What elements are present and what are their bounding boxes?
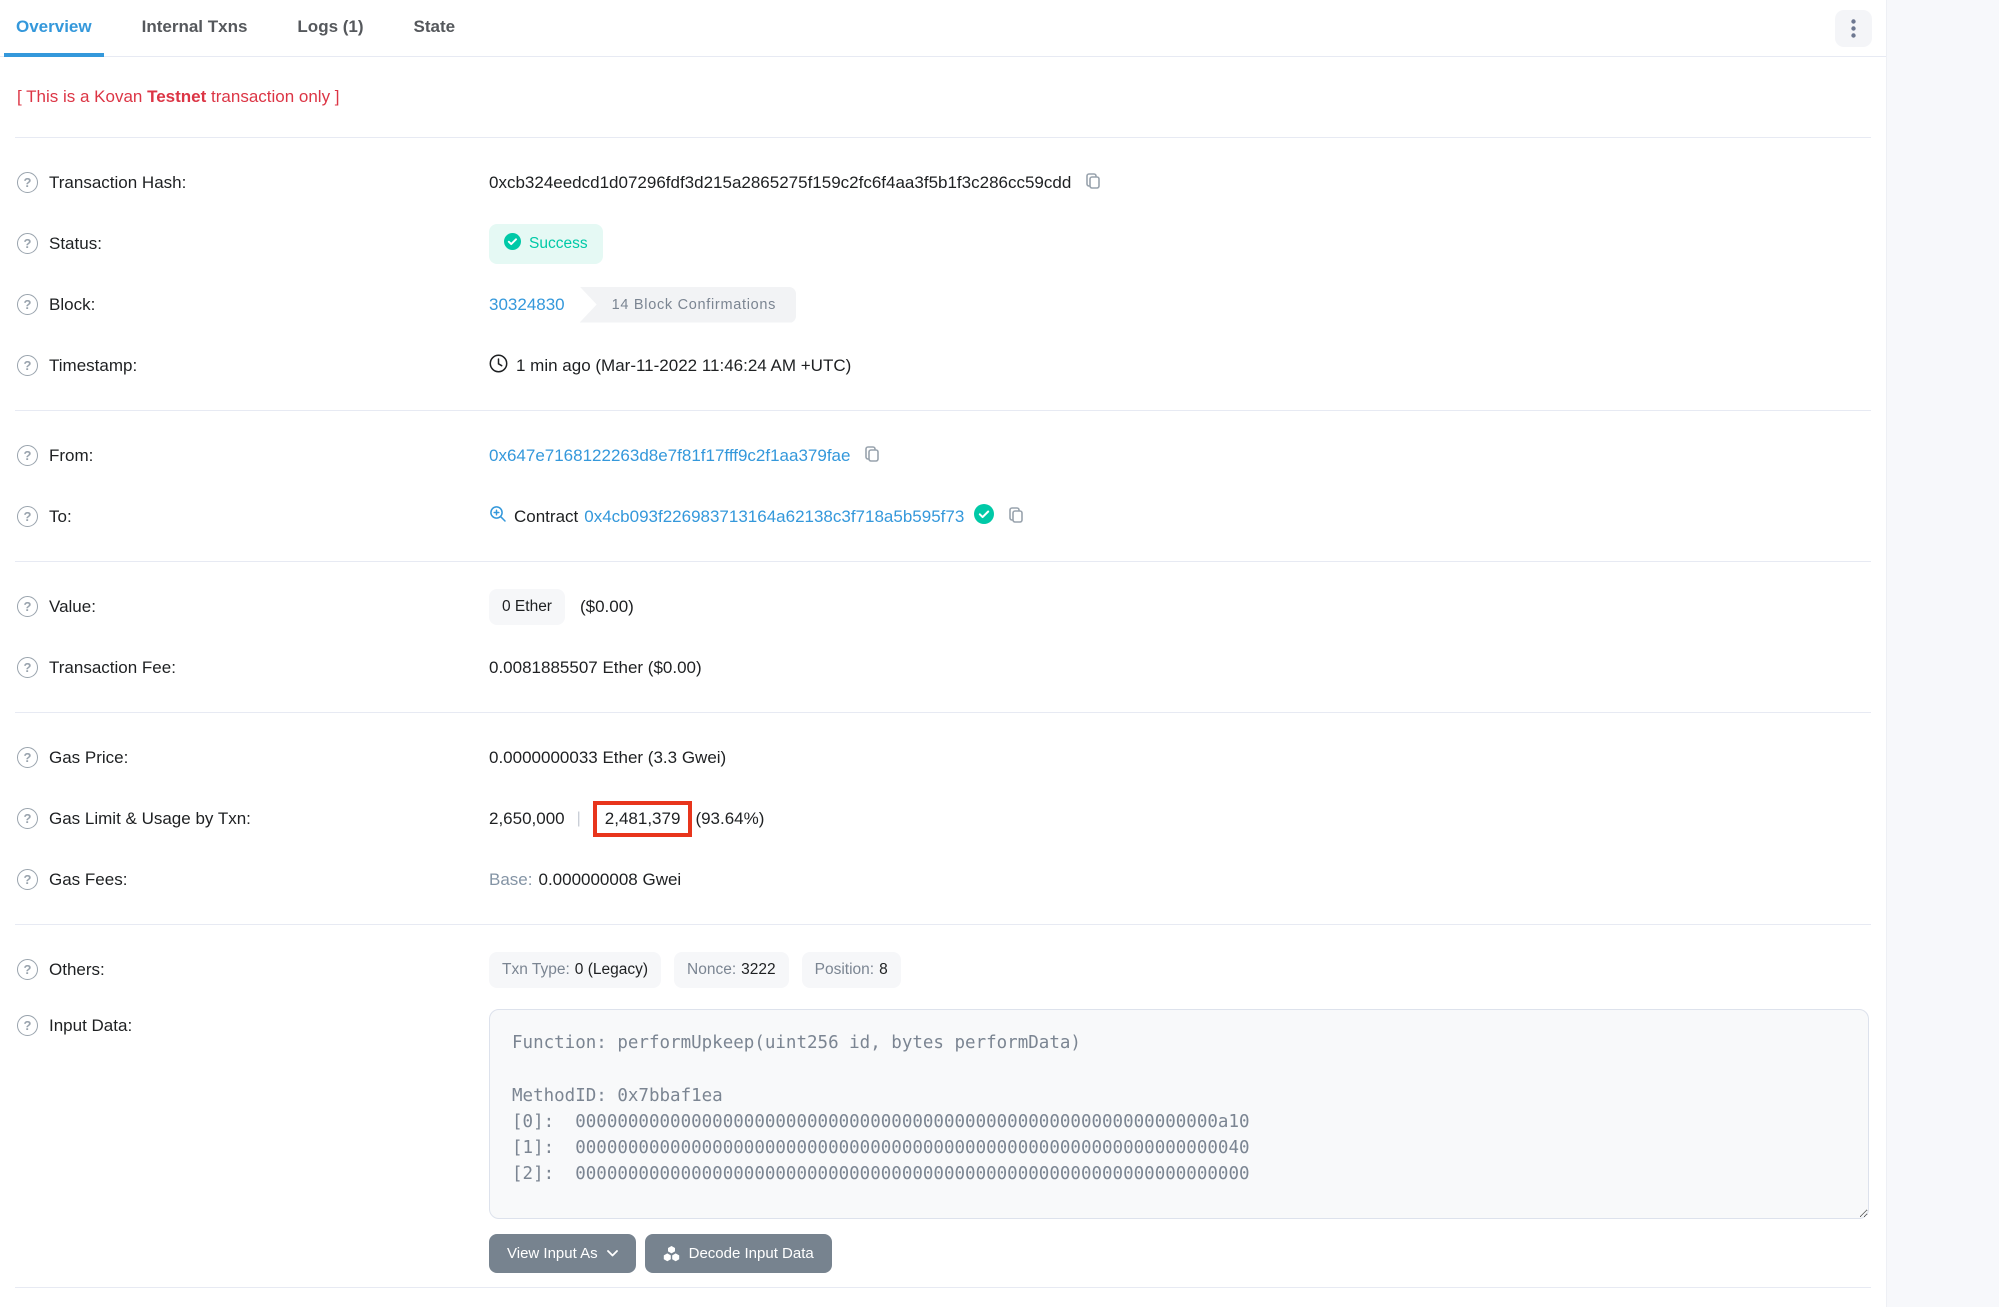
input-data-row: ? Input Data: Function: performUpkeep(ui…: [0, 1000, 1886, 1273]
block-number-link[interactable]: 30324830: [489, 295, 565, 315]
clock-icon: [489, 354, 508, 378]
help-icon[interactable]: ?: [17, 1015, 38, 1036]
from-label: From:: [49, 446, 93, 466]
help-icon[interactable]: ?: [17, 172, 38, 193]
transaction-fee-value: 0.0081885507 Ether ($0.00): [489, 658, 702, 678]
help-icon[interactable]: ?: [17, 233, 38, 254]
copy-icon: [1083, 171, 1103, 194]
status-label: Status:: [49, 234, 102, 254]
status-row: ? Status: Success: [0, 213, 1886, 274]
others-row: ? Others: Txn Type: 0 (Legacy) Nonce: 32…: [0, 939, 1886, 1000]
tab-state[interactable]: State: [402, 0, 468, 57]
to-label: To:: [49, 507, 72, 527]
transaction-details-card: Overview Internal Txns Logs (1) State [ …: [0, 0, 1886, 1307]
value-separator: |: [577, 810, 581, 828]
block-confirmations-badge: 14 Block Confirmations: [580, 287, 797, 323]
more-options-button[interactable]: [1835, 10, 1872, 47]
overview-group-3: ? Value: 0 Ether ($0.00) ? Transaction F…: [0, 562, 1886, 712]
gas-fees-base-label: Base:: [489, 870, 532, 890]
tab-bar: Overview Internal Txns Logs (1) State: [0, 0, 1886, 57]
gas-used-value: 2,481,379: [605, 809, 681, 828]
to-row: ? To: Contract 0x4cb093f226983713164a621…: [0, 486, 1886, 547]
copy-hash-button[interactable]: [1081, 169, 1105, 196]
kebab-icon: [1851, 19, 1856, 38]
cubes-icon: [663, 1246, 680, 1262]
copy-icon: [862, 444, 882, 467]
gas-price-value: 0.0000000033 Ether (3.3 Gwei): [489, 748, 726, 768]
gas-fees-base-value: 0.000000008 Gwei: [538, 870, 681, 890]
help-icon[interactable]: ?: [17, 657, 38, 678]
input-data-label: Input Data:: [49, 1016, 132, 1036]
help-icon[interactable]: ?: [17, 747, 38, 768]
divider: [15, 1287, 1871, 1288]
help-icon[interactable]: ?: [17, 355, 38, 376]
nonce-badge: Nonce: 3222: [674, 952, 789, 988]
check-circle-icon: [504, 233, 521, 255]
gas-limit-usage-row: ? Gas Limit & Usage by Txn: 2,650,000 | …: [0, 788, 1886, 849]
value-row: ? Value: 0 Ether ($0.00): [0, 576, 1886, 637]
block-row: ? Block: 30324830 14 Block Confirmations: [0, 274, 1886, 335]
gas-limit-usage-label: Gas Limit & Usage by Txn:: [49, 809, 251, 829]
overview-group-1: ? Transaction Hash: 0xcb324eedcd1d07296f…: [0, 138, 1886, 410]
timestamp-row: ? Timestamp: 1 min ago (Mar-11-2022 11:4…: [0, 335, 1886, 396]
ether-value-badge: 0 Ether: [489, 589, 565, 625]
gas-fees-label: Gas Fees:: [49, 870, 127, 890]
page-background-gutter: [1886, 0, 1999, 1307]
copy-to-address-button[interactable]: [1004, 503, 1028, 530]
chevron-down-icon: [607, 1250, 618, 1257]
overview-group-5: ? Others: Txn Type: 0 (Legacy) Nonce: 32…: [0, 925, 1886, 1287]
transaction-hash-row: ? Transaction Hash: 0xcb324eedcd1d07296f…: [0, 152, 1886, 213]
contract-prefix-label: Contract: [514, 507, 578, 527]
input-data-actions: View Input As Decode Input Data: [489, 1234, 1869, 1273]
overview-group-4: ? Gas Price: 0.0000000033 Ether (3.3 Gwe…: [0, 713, 1886, 924]
help-icon[interactable]: ?: [17, 959, 38, 980]
others-label: Others:: [49, 960, 105, 980]
to-contract-address-link[interactable]: 0x4cb093f226983713164a62138c3f718a5b595f…: [584, 507, 964, 527]
timestamp-label: Timestamp:: [49, 356, 137, 376]
gas-price-label: Gas Price:: [49, 748, 128, 768]
from-address-link[interactable]: 0x647e7168122263d8e7f81f17fff9c2f1aa379f…: [489, 446, 850, 466]
copy-from-address-button[interactable]: [860, 442, 884, 469]
status-badge: Success: [489, 224, 603, 264]
tab-overview[interactable]: Overview: [4, 0, 104, 57]
gas-price-row: ? Gas Price: 0.0000000033 Ether (3.3 Gwe…: [0, 727, 1886, 788]
gas-used-percent: (93.64%): [695, 809, 764, 829]
help-icon[interactable]: ?: [17, 445, 38, 466]
gas-limit-value: 2,650,000: [489, 809, 565, 829]
tab-internal-txns[interactable]: Internal Txns: [130, 0, 260, 57]
transaction-fee-row: ? Transaction Fee: 0.0081885507 Ether ($…: [0, 637, 1886, 698]
decode-input-data-button[interactable]: Decode Input Data: [645, 1234, 832, 1273]
verified-check-icon: [974, 504, 994, 529]
gas-fees-row: ? Gas Fees: Base: 0.000000008 Gwei: [0, 849, 1886, 910]
help-icon[interactable]: ?: [17, 596, 38, 617]
block-label: Block:: [49, 295, 95, 315]
from-row: ? From: 0x647e7168122263d8e7f81f17fff9c2…: [0, 425, 1886, 486]
testnet-notice: [ This is a Kovan Testnet transaction on…: [0, 57, 1886, 137]
tab-logs[interactable]: Logs (1): [285, 0, 375, 57]
transaction-hash-value: 0xcb324eedcd1d07296fdf3d215a2865275f159c…: [489, 173, 1071, 193]
gas-used-highlight-box: 2,481,379: [593, 801, 693, 837]
help-icon[interactable]: ?: [17, 808, 38, 829]
magnifier-plus-icon: [489, 505, 507, 528]
view-input-as-button[interactable]: View Input As: [489, 1234, 636, 1273]
input-data-textarea[interactable]: Function: performUpkeep(uint256 id, byte…: [489, 1009, 1869, 1219]
value-usd: ($0.00): [580, 597, 634, 617]
help-icon[interactable]: ?: [17, 294, 38, 315]
transaction-hash-label: Transaction Hash:: [49, 173, 186, 193]
value-label: Value:: [49, 597, 96, 617]
help-icon[interactable]: ?: [17, 506, 38, 527]
overview-group-2: ? From: 0x647e7168122263d8e7f81f17fff9c2…: [0, 411, 1886, 561]
position-badge: Position: 8: [802, 952, 901, 988]
copy-icon: [1006, 505, 1026, 528]
timestamp-value: 1 min ago (Mar-11-2022 11:46:24 AM +UTC): [516, 356, 851, 376]
transaction-fee-label: Transaction Fee:: [49, 658, 176, 678]
txn-type-badge: Txn Type: 0 (Legacy): [489, 952, 661, 988]
help-icon[interactable]: ?: [17, 869, 38, 890]
